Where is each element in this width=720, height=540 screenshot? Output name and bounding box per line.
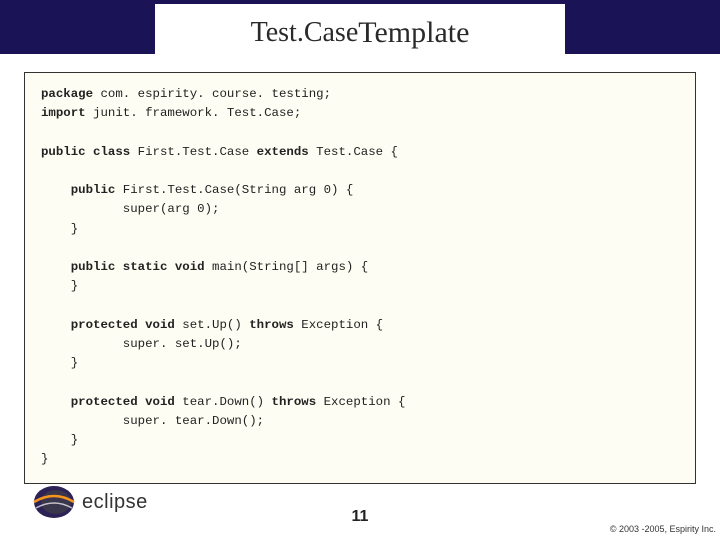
kw-throws: throws — [249, 318, 294, 332]
kw-protected: protected — [71, 318, 138, 332]
close-brace: } — [71, 279, 78, 293]
kw-void: void — [138, 318, 175, 332]
ctor-sig: First.Test.Case(String arg 0) { — [115, 183, 353, 197]
kw-extends: extends — [257, 145, 309, 159]
setup-body: super. set.Up(); — [123, 337, 242, 351]
close-brace: } — [41, 452, 48, 466]
imp-name: junit. framework. Test.Case; — [86, 106, 302, 120]
close-brace: } — [71, 433, 78, 447]
title-bar: Test.Case Template — [0, 0, 720, 54]
eclipse-icon — [30, 482, 78, 522]
kw-static: static — [115, 260, 167, 274]
kw-void: void — [167, 260, 204, 274]
setup-sig: set.Up() — [175, 318, 249, 332]
eclipse-logo: eclipse — [30, 482, 190, 522]
title-part2: Template — [358, 16, 469, 50]
kw-package: package — [41, 87, 93, 101]
eclipse-text: eclipse — [82, 491, 148, 514]
title-part1: Test.Case — [251, 17, 359, 49]
code-block: package com. espirity. course. testing; … — [24, 72, 696, 484]
kw-class: class — [86, 145, 131, 159]
kw-void: void — [138, 395, 175, 409]
main-sig: main(String[] args) { — [205, 260, 369, 274]
teardown-sig: tear.Down() — [175, 395, 272, 409]
kw-import: import — [41, 106, 86, 120]
extends-name: Test.Case { — [309, 145, 398, 159]
pkg-name: com. espirity. course. testing; — [93, 87, 331, 101]
class-name: First.Test.Case — [130, 145, 256, 159]
page-number: 11 — [352, 508, 369, 526]
kw-public: public — [41, 145, 86, 159]
close-brace: } — [71, 356, 78, 370]
kw-throws: throws — [272, 395, 317, 409]
close-brace: } — [71, 222, 78, 236]
kw-protected: protected — [71, 395, 138, 409]
kw-public: public — [71, 260, 116, 274]
kw-public: public — [71, 183, 116, 197]
ctor-body: super(arg 0); — [123, 202, 220, 216]
slide-title: Test.Case Template — [155, 4, 565, 62]
copyright-text: © 2003 -2005, Espirity Inc. — [610, 524, 716, 534]
teardown-body: super. tear.Down(); — [123, 414, 264, 428]
teardown-throw: Exception { — [316, 395, 405, 409]
setup-throw: Exception { — [294, 318, 383, 332]
